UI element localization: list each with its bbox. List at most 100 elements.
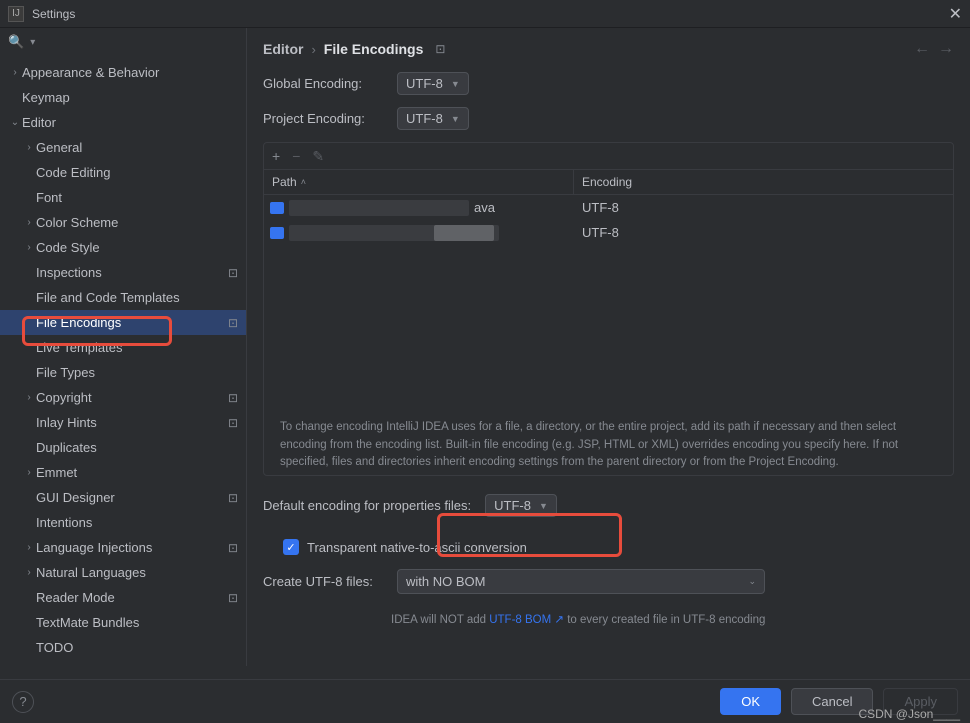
sort-asc-icon: ˄ (301, 177, 306, 187)
properties-encoding-dropdown[interactable]: UTF-8 ▼ (485, 494, 557, 517)
breadcrumb-current: File Encodings (324, 41, 424, 57)
chevron-down-icon: ▼ (451, 114, 460, 124)
column-path[interactable]: Path ˄ (264, 170, 574, 194)
chevron-down-icon: ⌄ (748, 576, 756, 587)
sidebar-item-file-encodings[interactable]: File Encodings⊡ (0, 310, 246, 335)
sidebar-item-duplicates[interactable]: Duplicates (0, 435, 246, 460)
main-panel: Editor › File Encodings ⊡ ← → Global Enc… (247, 28, 970, 666)
encoding-hint-text: To change encoding IntelliJ IDEA uses fo… (264, 409, 953, 475)
sidebar-item-label: Intentions (36, 515, 238, 530)
sidebar-item-label: Code Style (36, 240, 238, 255)
add-icon[interactable]: + (272, 148, 280, 164)
project-encoding-label: Project Encoding: (263, 111, 383, 126)
sidebar-item-file-and-code-templates[interactable]: File and Code Templates (0, 285, 246, 310)
sidebar-item-code-style[interactable]: ›Code Style (0, 235, 246, 260)
dialog-footer: ? OK Cancel Apply (0, 679, 970, 723)
utf8-bom-link[interactable]: UTF-8 BOM ↗ (489, 614, 564, 626)
project-scope-icon: ⊡ (228, 266, 238, 280)
transparent-ascii-checkbox[interactable]: ✓ (283, 539, 299, 555)
sidebar-item-language-injections[interactable]: ›Language Injections⊡ (0, 535, 246, 560)
project-encoding-dropdown[interactable]: UTF-8 ▼ (397, 107, 469, 130)
help-button[interactable]: ? (12, 691, 34, 713)
breadcrumb-parent[interactable]: Editor (263, 41, 303, 57)
column-encoding[interactable]: Encoding (574, 175, 953, 189)
redacted-path (289, 200, 469, 216)
sidebar-item-gui-designer[interactable]: GUI Designer⊡ (0, 485, 246, 510)
chevron-icon: › (22, 392, 36, 403)
chevron-icon: › (22, 242, 36, 253)
sidebar-item-label: Font (36, 190, 238, 205)
sidebar-item-label: Keymap (22, 90, 238, 105)
project-scope-icon: ⊡ (228, 591, 238, 605)
ok-button[interactable]: OK (720, 688, 781, 715)
create-utf8-label: Create UTF-8 files: (263, 574, 383, 589)
edit-icon[interactable]: ✎ (312, 148, 324, 165)
chevron-icon: › (22, 567, 36, 578)
sidebar-item-label: Appearance & Behavior (22, 65, 238, 80)
sidebar-item-label: General (36, 140, 238, 155)
sidebar-item-live-templates[interactable]: Live Templates (0, 335, 246, 360)
table-row[interactable]: avaUTF-8 (264, 195, 953, 220)
watermark: CSDN @Json____ (858, 707, 960, 721)
sidebar-item-emmet[interactable]: ›Emmet (0, 460, 246, 485)
settings-search[interactable]: 🔍 ▾ (0, 28, 246, 56)
sidebar-item-editor[interactable]: ⌄Editor (0, 110, 246, 135)
chevron-icon: › (22, 467, 36, 478)
global-encoding-dropdown[interactable]: UTF-8 ▼ (397, 72, 469, 95)
sidebar-item-label: Editor (22, 115, 238, 130)
table-row[interactable]: UTF-8 (264, 220, 953, 245)
project-scope-icon: ⊡ (228, 541, 238, 555)
sidebar-item-todo[interactable]: TODO (0, 635, 246, 660)
window-title: Settings (32, 7, 75, 21)
bom-mode-dropdown[interactable]: with NO BOM ⌄ (397, 569, 765, 594)
project-scope-icon: ⊡ (228, 391, 238, 405)
sidebar-item-font[interactable]: Font (0, 185, 246, 210)
sidebar-item-label: Language Injections (36, 540, 228, 555)
nav-back-icon[interactable]: ← (914, 40, 930, 58)
sidebar-item-label: TextMate Bundles (36, 615, 238, 630)
chevron-right-icon: › (311, 42, 315, 57)
sidebar-item-file-types[interactable]: File Types (0, 360, 246, 385)
sidebar-item-label: Inlay Hints (36, 415, 228, 430)
sidebar-item-label: Live Templates (36, 340, 238, 355)
sidebar-item-intentions[interactable]: Intentions (0, 510, 246, 535)
chevron-icon: › (22, 217, 36, 228)
sidebar-item-natural-languages[interactable]: ›Natural Languages (0, 560, 246, 585)
titlebar: IJ Settings ✕ (0, 0, 970, 28)
project-scope-icon: ⊡ (228, 416, 238, 430)
sidebar-item-textmate-bundles[interactable]: TextMate Bundles (0, 610, 246, 635)
chevron-down-icon: ▼ (451, 79, 460, 89)
project-scope-icon: ⊡ (435, 42, 445, 56)
encoding-cell[interactable]: UTF-8 (574, 225, 953, 240)
app-icon: IJ (8, 6, 24, 22)
sidebar-item-general[interactable]: ›General (0, 135, 246, 160)
sidebar-item-copyright[interactable]: ›Copyright⊡ (0, 385, 246, 410)
encoding-cell[interactable]: UTF-8 (574, 200, 953, 215)
sidebar-item-code-editing[interactable]: Code Editing (0, 160, 246, 185)
nav-forward-icon[interactable]: → (938, 40, 954, 58)
redacted-path (434, 225, 494, 241)
transparent-ascii-label: Transparent native-to-ascii conversion (307, 540, 527, 555)
remove-icon[interactable]: − (292, 148, 300, 164)
breadcrumb: Editor › File Encodings ⊡ ← → (263, 40, 954, 58)
sidebar-item-inlay-hints[interactable]: Inlay Hints⊡ (0, 410, 246, 435)
search-icon: 🔍 (8, 34, 24, 50)
sidebar-item-label: Color Scheme (36, 215, 238, 230)
chevron-icon: ⌄ (8, 117, 22, 128)
chevron-icon: › (22, 542, 36, 553)
bom-hint-text: IDEA will NOT add UTF-8 BOM ↗ to every c… (391, 612, 954, 626)
project-scope-icon: ⊡ (228, 491, 238, 505)
sidebar-item-keymap[interactable]: Keymap (0, 85, 246, 110)
sidebar-item-color-scheme[interactable]: ›Color Scheme (0, 210, 246, 235)
close-icon[interactable]: ✕ (949, 4, 962, 24)
sidebar-item-inspections[interactable]: Inspections⊡ (0, 260, 246, 285)
global-encoding-label: Global Encoding: (263, 76, 383, 91)
sidebar-item-label: File and Code Templates (36, 290, 238, 305)
sidebar-item-label: Emmet (36, 465, 238, 480)
sidebar-item-label: TODO (36, 640, 238, 655)
encodings-table: + − ✎ Path ˄ Encoding avaUTF-8UTF-8 To c… (263, 142, 954, 476)
sidebar-item-appearance-behavior[interactable]: ›Appearance & Behavior (0, 60, 246, 85)
sidebar-item-label: Copyright (36, 390, 228, 405)
sidebar-item-reader-mode[interactable]: Reader Mode⊡ (0, 585, 246, 610)
sidebar-item-label: File Types (36, 365, 238, 380)
